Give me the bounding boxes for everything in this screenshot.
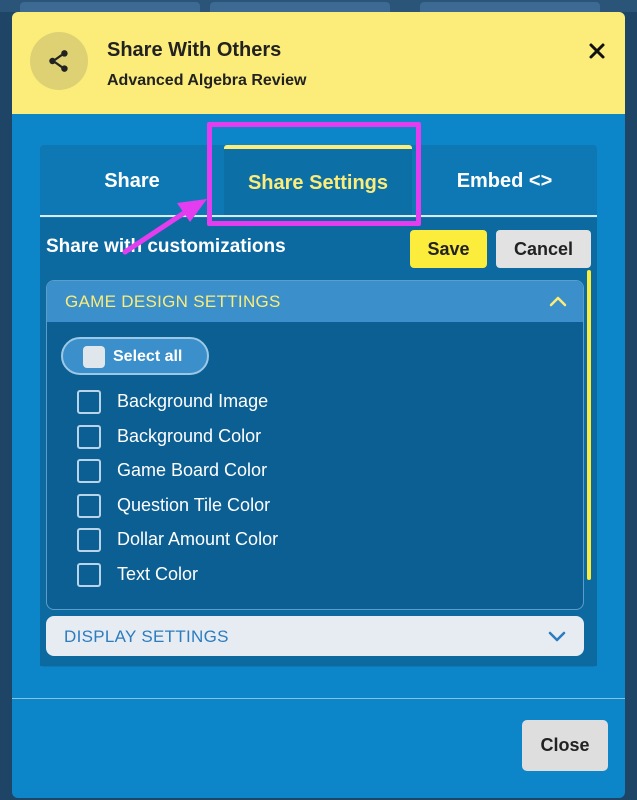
dialog-header: Share With Others Advanced Algebra Revie… [12, 12, 625, 114]
display-settings-header[interactable]: DISPLAY SETTINGS [46, 616, 584, 656]
backdrop-tab [20, 2, 200, 12]
tab-share-settings[interactable]: Share Settings [224, 145, 412, 217]
tab-embed[interactable]: Embed <> [412, 145, 597, 217]
checkbox[interactable] [77, 528, 101, 552]
option-label: Background Image [117, 391, 269, 411]
content-heading: Share with customizations [46, 236, 286, 257]
share-icon [30, 32, 88, 90]
select-all-label: Select all [113, 348, 183, 365]
option-background-image[interactable]: Background Image [77, 387, 377, 417]
select-all-toggle[interactable]: Select all [61, 337, 209, 375]
cancel-button[interactable]: Cancel [496, 230, 591, 268]
game-design-section: GAME DESIGN SETTINGS Select all Backgrou… [46, 280, 584, 610]
option-background-color[interactable]: Background Color [77, 422, 377, 452]
close-button[interactable]: Close [522, 720, 608, 771]
backdrop-tab [420, 2, 600, 12]
option-label: Background Color [117, 426, 262, 446]
close-icon[interactable] [582, 36, 612, 66]
save-button[interactable]: Save [410, 230, 487, 268]
scrollbar[interactable] [587, 270, 591, 580]
chevron-up-icon[interactable] [547, 292, 569, 310]
select-all-checkbox[interactable] [83, 346, 105, 368]
chevron-down-icon[interactable] [546, 627, 568, 645]
dialog-title: Share With Others [107, 39, 282, 61]
backdrop-tab [210, 2, 390, 12]
tab-share[interactable]: Share [40, 145, 224, 217]
section-title: DISPLAY SETTINGS [64, 627, 229, 646]
section-title: GAME DESIGN SETTINGS [65, 292, 281, 311]
checkbox[interactable] [77, 563, 101, 587]
option-question-tile-color[interactable]: Question Tile Color [77, 491, 377, 521]
option-text-color[interactable]: Text Color [77, 560, 377, 590]
checkbox[interactable] [77, 425, 101, 449]
checkbox[interactable] [77, 494, 101, 518]
checkbox[interactable] [77, 390, 101, 414]
option-dollar-amount-color[interactable]: Dollar Amount Color [77, 525, 377, 555]
option-label: Game Board Color [117, 460, 268, 480]
option-label: Text Color [117, 564, 199, 584]
footer-divider [12, 698, 625, 699]
game-design-header[interactable]: GAME DESIGN SETTINGS [47, 281, 583, 322]
tab-divider [40, 215, 597, 217]
checkbox[interactable] [77, 459, 101, 483]
option-label: Question Tile Color [117, 495, 271, 515]
dialog-subtitle: Advanced Algebra Review [107, 72, 307, 89]
option-game-board-color[interactable]: Game Board Color [77, 456, 377, 486]
option-label: Dollar Amount Color [117, 529, 279, 549]
